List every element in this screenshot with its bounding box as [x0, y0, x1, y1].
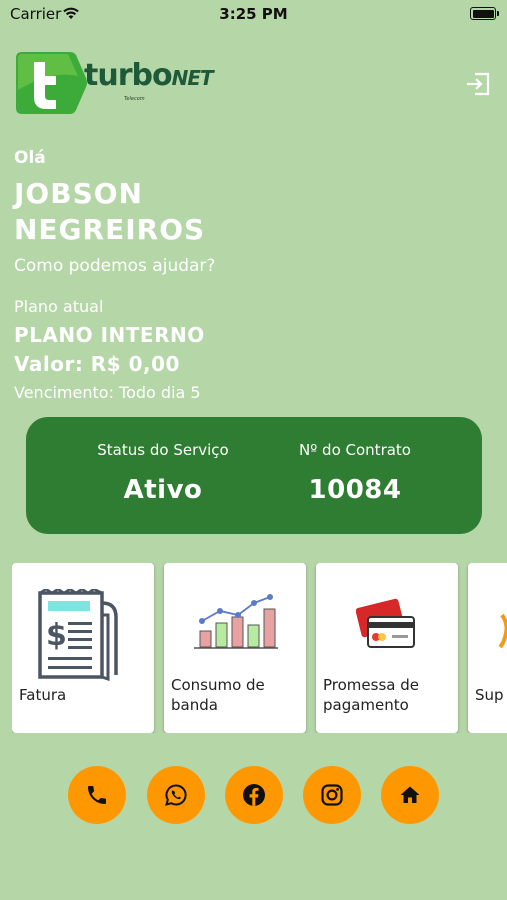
instagram-icon [321, 784, 343, 806]
tile-fatura[interactable]: $ Fatura [12, 563, 154, 733]
battery-icon [470, 7, 499, 20]
tile-fatura-label: Fatura [19, 686, 67, 704]
service-status-card: Status do Serviço Ativo Nº do Contrato 1… [26, 417, 482, 534]
help-prompt: Como podemos ajudar? [14, 256, 216, 276]
credit-card-icon [356, 598, 415, 648]
logout-icon[interactable] [464, 70, 492, 98]
home-icon [400, 786, 420, 803]
svg-text:$: $ [46, 618, 67, 653]
service-status-value: Ativo [123, 475, 203, 505]
whatsapp-icon [165, 784, 187, 806]
feature-tiles: $ Fatura Consumo de banda Promessa de pa… [12, 563, 507, 733]
bar-chart-icon [194, 594, 278, 649]
tile-suporte-label: Sup [475, 686, 504, 704]
plan-value: Valor: R$ 0,00 [14, 352, 180, 376]
contract-number-value: 10084 [308, 475, 402, 505]
phone-button[interactable] [68, 766, 126, 824]
greeting-hello: Olá [14, 148, 46, 168]
plan-name: PLANO INTERNO [14, 323, 205, 347]
facebook-button[interactable] [225, 766, 283, 824]
clock: 3:25 PM [219, 5, 288, 23]
tile-promessa-de-pagamento[interactable]: Promessa de pagamento [316, 563, 458, 733]
tile-promessa-label: Promessa de pagamento [323, 676, 419, 714]
facebook-icon [243, 784, 265, 806]
plan-label: Plano atual [14, 297, 104, 316]
phone-icon [88, 786, 106, 804]
service-status: Status do Serviço Ativo [63, 441, 263, 505]
contract-number: Nº do Contrato 10084 [255, 441, 455, 505]
plan-due-date: Vencimento: Todo dia 5 [14, 383, 201, 402]
user-name: JOBSON NEGREIROS [14, 177, 206, 246]
home-button[interactable] [381, 766, 439, 824]
logo-tagline: Telecom [124, 96, 145, 102]
logo-wordmark: turboNET [84, 58, 214, 93]
whatsapp-button[interactable] [147, 766, 205, 824]
tile-consumo-de-banda[interactable]: Consumo de banda [164, 563, 306, 733]
instagram-button[interactable] [303, 766, 361, 824]
invoice-icon: $ [38, 589, 118, 681]
support-icon [498, 613, 507, 649]
contract-number-label: Nº do Contrato [299, 441, 411, 459]
status-bar: Carrier 3:25 PM [0, 0, 507, 28]
tile-suporte[interactable]: Sup [468, 563, 507, 733]
tile-consumo-label: Consumo de banda [171, 676, 265, 714]
service-status-label: Status do Serviço [97, 441, 229, 459]
